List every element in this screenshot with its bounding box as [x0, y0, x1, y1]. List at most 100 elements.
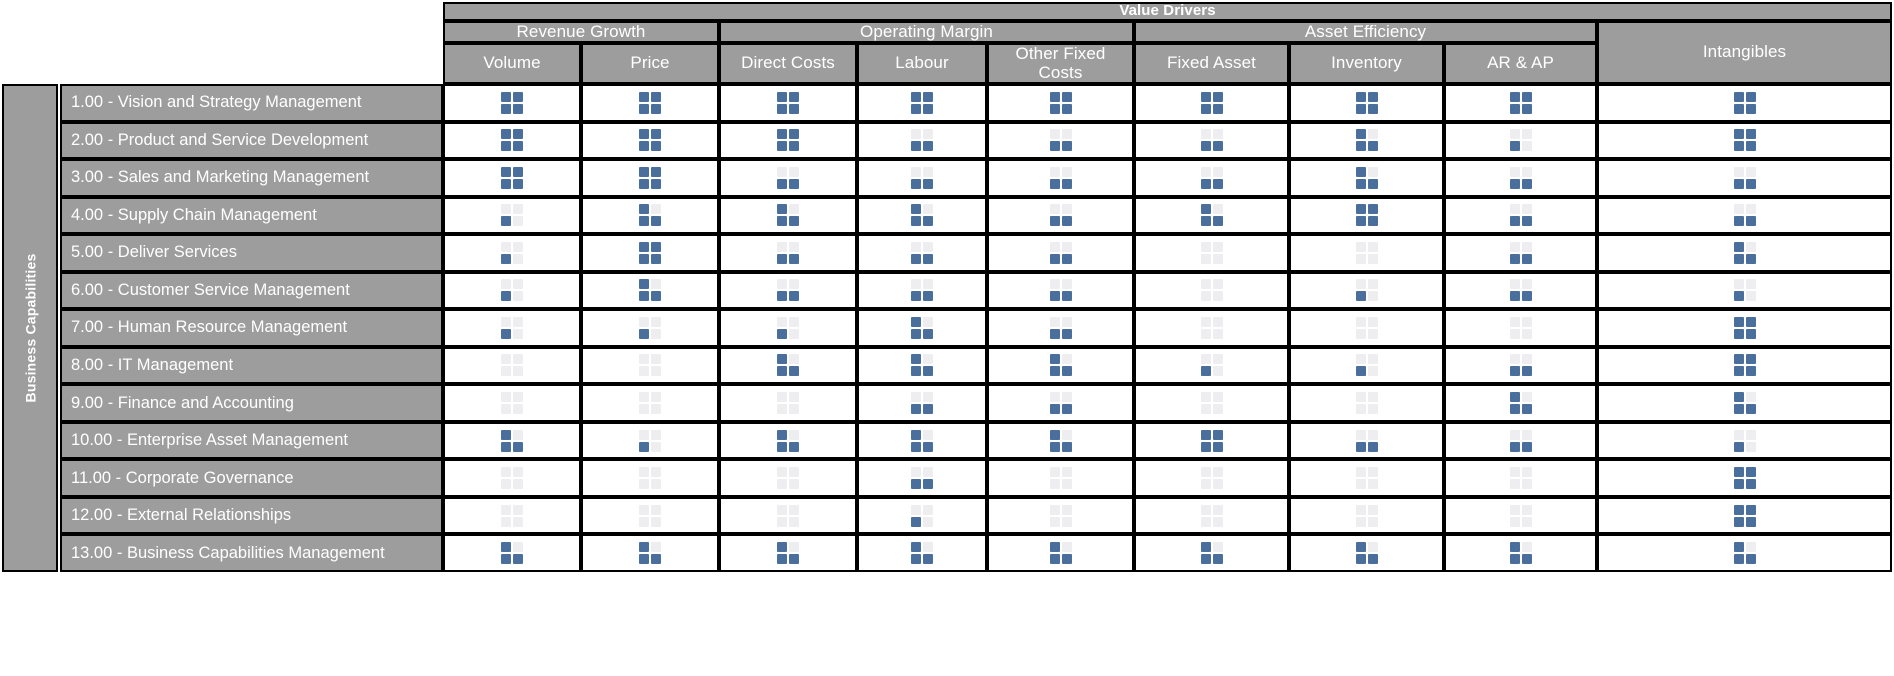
matrix-cell-direct-costs[interactable]	[719, 159, 857, 197]
capability-row-label[interactable]: 1.00 - Vision and Strategy Management	[60, 84, 443, 122]
matrix-cell-inventory[interactable]	[1289, 271, 1444, 310]
matrix-cell-other-fixed-costs[interactable]	[987, 534, 1134, 572]
matrix-cell-direct-costs[interactable]	[719, 309, 857, 347]
matrix-cell-intangibles[interactable]	[1597, 121, 1892, 160]
matrix-cell-other-fixed-costs[interactable]	[987, 459, 1134, 497]
matrix-cell-price[interactable]	[581, 271, 719, 310]
matrix-cell-labour[interactable]	[857, 309, 987, 347]
matrix-cell-intangibles[interactable]	[1597, 534, 1892, 572]
matrix-cell-intangibles[interactable]	[1597, 346, 1892, 385]
matrix-cell-other-fixed-costs[interactable]	[987, 84, 1134, 122]
matrix-cell-fixed-asset[interactable]	[1134, 121, 1289, 160]
matrix-cell-labour[interactable]	[857, 496, 987, 535]
matrix-cell-labour[interactable]	[857, 234, 987, 272]
matrix-cell-fixed-asset[interactable]	[1134, 534, 1289, 572]
matrix-cell-price[interactable]	[581, 159, 719, 197]
matrix-cell-intangibles[interactable]	[1597, 271, 1892, 310]
capability-row-label[interactable]: 11.00 - Corporate Governance	[60, 459, 443, 497]
matrix-cell-other-fixed-costs[interactable]	[987, 309, 1134, 347]
matrix-cell-volume[interactable]	[443, 271, 581, 310]
matrix-cell-ar-ap[interactable]	[1444, 196, 1597, 235]
matrix-cell-volume[interactable]	[443, 84, 581, 122]
matrix-cell-direct-costs[interactable]	[719, 421, 857, 460]
matrix-cell-ar-ap[interactable]	[1444, 271, 1597, 310]
capability-row-label[interactable]: 10.00 - Enterprise Asset Management	[60, 421, 443, 460]
capability-row-label[interactable]: 9.00 - Finance and Accounting	[60, 384, 443, 422]
matrix-cell-price[interactable]	[581, 496, 719, 535]
matrix-cell-inventory[interactable]	[1289, 309, 1444, 347]
capability-row-label[interactable]: 4.00 - Supply Chain Management	[60, 196, 443, 235]
matrix-cell-labour[interactable]	[857, 421, 987, 460]
matrix-cell-inventory[interactable]	[1289, 121, 1444, 160]
matrix-cell-other-fixed-costs[interactable]	[987, 196, 1134, 235]
column-volume[interactable]: Volume	[443, 43, 581, 84]
matrix-cell-price[interactable]	[581, 459, 719, 497]
matrix-cell-ar-ap[interactable]	[1444, 421, 1597, 460]
group-asset-efficiency[interactable]: Asset Efficiency	[1134, 21, 1597, 43]
matrix-cell-inventory[interactable]	[1289, 346, 1444, 385]
matrix-cell-labour[interactable]	[857, 121, 987, 160]
matrix-cell-volume[interactable]	[443, 459, 581, 497]
matrix-cell-other-fixed-costs[interactable]	[987, 234, 1134, 272]
matrix-cell-other-fixed-costs[interactable]	[987, 121, 1134, 160]
matrix-cell-inventory[interactable]	[1289, 421, 1444, 460]
matrix-cell-ar-ap[interactable]	[1444, 309, 1597, 347]
matrix-cell-labour[interactable]	[857, 346, 987, 385]
matrix-cell-labour[interactable]	[857, 84, 987, 122]
matrix-cell-price[interactable]	[581, 309, 719, 347]
column-other-fixed-costs[interactable]: Other Fixed Costs	[987, 43, 1134, 84]
matrix-cell-fixed-asset[interactable]	[1134, 309, 1289, 347]
matrix-cell-fixed-asset[interactable]	[1134, 159, 1289, 197]
matrix-cell-inventory[interactable]	[1289, 159, 1444, 197]
matrix-cell-labour[interactable]	[857, 534, 987, 572]
matrix-cell-fixed-asset[interactable]	[1134, 234, 1289, 272]
matrix-cell-inventory[interactable]	[1289, 84, 1444, 122]
matrix-cell-intangibles[interactable]	[1597, 84, 1892, 122]
matrix-cell-labour[interactable]	[857, 159, 987, 197]
matrix-cell-labour[interactable]	[857, 271, 987, 310]
matrix-cell-labour[interactable]	[857, 384, 987, 422]
capability-row-label[interactable]: 12.00 - External Relationships	[60, 496, 443, 535]
matrix-cell-ar-ap[interactable]	[1444, 234, 1597, 272]
matrix-cell-price[interactable]	[581, 84, 719, 122]
matrix-cell-other-fixed-costs[interactable]	[987, 271, 1134, 310]
matrix-cell-intangibles[interactable]	[1597, 384, 1892, 422]
matrix-cell-price[interactable]	[581, 234, 719, 272]
matrix-cell-inventory[interactable]	[1289, 196, 1444, 235]
matrix-cell-volume[interactable]	[443, 196, 581, 235]
matrix-cell-price[interactable]	[581, 196, 719, 235]
matrix-cell-price[interactable]	[581, 421, 719, 460]
matrix-cell-inventory[interactable]	[1289, 384, 1444, 422]
matrix-cell-fixed-asset[interactable]	[1134, 271, 1289, 310]
matrix-cell-volume[interactable]	[443, 159, 581, 197]
matrix-cell-ar-ap[interactable]	[1444, 159, 1597, 197]
matrix-cell-other-fixed-costs[interactable]	[987, 496, 1134, 535]
matrix-cell-fixed-asset[interactable]	[1134, 496, 1289, 535]
matrix-cell-other-fixed-costs[interactable]	[987, 159, 1134, 197]
matrix-cell-other-fixed-costs[interactable]	[987, 346, 1134, 385]
column-ar-ap[interactable]: AR & AP	[1444, 43, 1597, 84]
matrix-cell-direct-costs[interactable]	[719, 459, 857, 497]
matrix-cell-volume[interactable]	[443, 309, 581, 347]
matrix-cell-volume[interactable]	[443, 534, 581, 572]
matrix-cell-fixed-asset[interactable]	[1134, 421, 1289, 460]
matrix-cell-labour[interactable]	[857, 196, 987, 235]
matrix-cell-intangibles[interactable]	[1597, 196, 1892, 235]
capability-row-label[interactable]: 3.00 - Sales and Marketing Management	[60, 159, 443, 197]
matrix-cell-other-fixed-costs[interactable]	[987, 421, 1134, 460]
matrix-cell-volume[interactable]	[443, 496, 581, 535]
matrix-cell-direct-costs[interactable]	[719, 384, 857, 422]
capability-row-label[interactable]: 13.00 - Business Capabilities Management	[60, 534, 443, 572]
capability-row-label[interactable]: 6.00 - Customer Service Management	[60, 271, 443, 310]
matrix-cell-inventory[interactable]	[1289, 534, 1444, 572]
matrix-cell-labour[interactable]	[857, 459, 987, 497]
matrix-cell-direct-costs[interactable]	[719, 234, 857, 272]
column-labour[interactable]: Labour	[857, 43, 987, 84]
group-revenue-growth[interactable]: Revenue Growth	[443, 21, 719, 43]
column-direct-costs[interactable]: Direct Costs	[719, 43, 857, 84]
matrix-cell-volume[interactable]	[443, 121, 581, 160]
column-inventory[interactable]: Inventory	[1289, 43, 1444, 84]
matrix-cell-direct-costs[interactable]	[719, 534, 857, 572]
column-fixed-asset[interactable]: Fixed Asset	[1134, 43, 1289, 84]
matrix-cell-direct-costs[interactable]	[719, 346, 857, 385]
